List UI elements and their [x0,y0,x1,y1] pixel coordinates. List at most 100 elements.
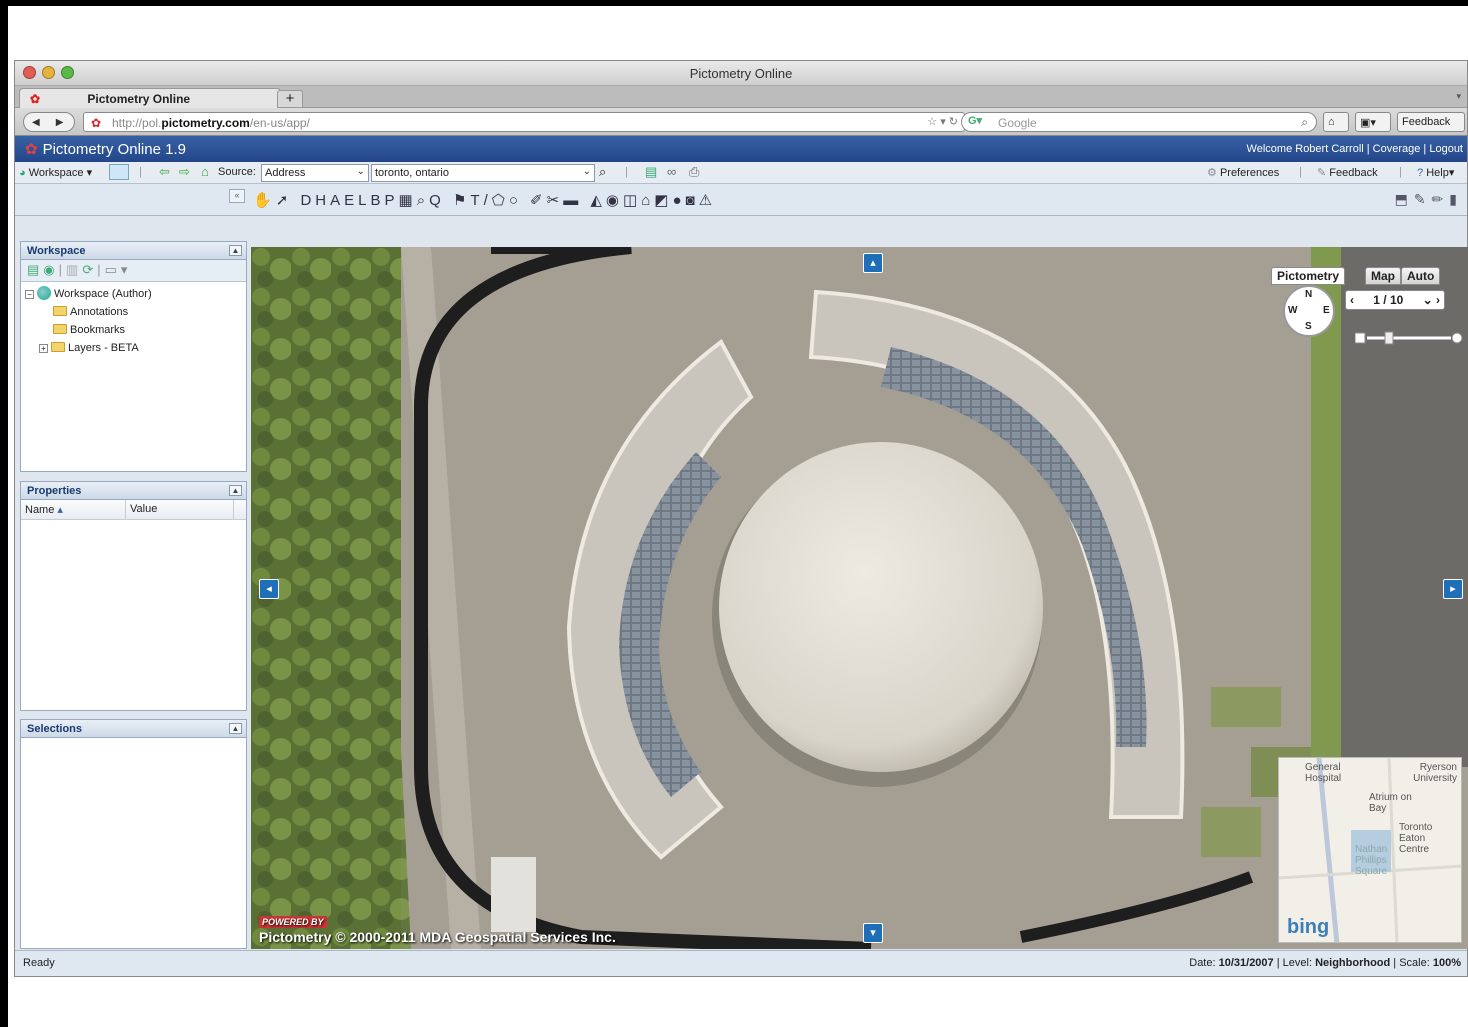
tree-item-bookmarks[interactable]: Bookmarks [25,321,242,339]
zoom-tool-icon[interactable]: ⌕ [417,192,429,209]
forward-green-arrow-icon[interactable]: ⇨ [179,164,190,180]
new-tab-button[interactable]: + [277,90,303,108]
tab-pictometry[interactable]: Pictometry [1271,267,1346,285]
style-tool-icon[interactable]: ✐ [530,192,547,209]
polygon-tool-icon[interactable]: ⬠ [492,192,509,209]
home-view-icon[interactable]: ⌂ [201,164,209,179]
aerial-map-viewer[interactable]: ▴ ▾ ◂ ▸ Pictometry Map Auto N E S W ‹ 1 … [251,247,1468,949]
pitch-tool-icon[interactable]: P [385,192,399,209]
help-menu[interactable]: ? Help▾ [1417,166,1454,179]
forward-arrow-icon[interactable]: ▶ [56,117,64,128]
area-tool-icon[interactable]: A [330,192,344,209]
bearing-tool-icon[interactable]: B [371,192,385,209]
print-icon[interactable]: ⎙ [689,164,699,180]
level-value: Neighborhood [1315,957,1391,969]
overlay-tool-icon[interactable]: ◭ [590,192,606,209]
workspace-menu[interactable]: ◕ Workspace ▾ [19,166,92,179]
history-dropdown-icon[interactable]: ▾ [940,116,946,128]
window-tool-icon[interactable]: ◫ [623,192,641,209]
collapse-panels-icon[interactable]: « [229,189,245,203]
height-tool-icon[interactable]: H [315,192,330,209]
layer-tool-icon[interactable]: ▬ [563,192,582,209]
options-menu-icon[interactable]: ▭▾ [105,262,132,277]
home-button[interactable]: ⌂ [1323,112,1349,132]
tree-item-annotations[interactable]: Annotations [25,303,242,321]
expand-node-icon[interactable]: + [39,344,48,353]
search-go-icon[interactable]: ⌕ [599,164,606,180]
tree-item-layers[interactable]: + Layers - BETA [25,339,242,357]
link-icon[interactable]: ∞ [667,164,676,179]
edit-icon[interactable]: ✎ [1414,191,1432,207]
pin-tool-icon[interactable]: ⚑ [453,192,470,209]
pan-west-button[interactable]: ◂ [259,579,279,599]
search-box[interactable]: G▾ Google ⌕ [961,112,1317,132]
image-list-dropdown-icon[interactable]: ⌄ › [1423,293,1440,307]
zoom-slider[interactable] [1355,331,1463,345]
refresh-icon[interactable]: ⟳ [82,262,97,277]
preferences-link[interactable]: ⚙ Preferences [1207,166,1279,179]
toolbar-separator: | [625,166,628,178]
source-select[interactable]: Address ⌄ [261,164,369,182]
back-arrow-icon[interactable]: ◀ [32,117,40,128]
warning-tool-icon[interactable]: ⚠ [699,192,716,209]
pencil-icon[interactable]: ✏ [1432,191,1450,207]
delete-icon[interactable]: ▥ [66,262,82,277]
back-green-arrow-icon[interactable]: ⇦ [159,164,170,180]
collapse-node-icon[interactable]: − [25,290,34,299]
welcome-links[interactable]: Welcome Robert Carroll | Coverage | Logo… [1247,143,1463,155]
export-icon[interactable]: ▤ [645,164,657,180]
panel-toggle-icon[interactable] [109,164,129,180]
pan-north-button[interactable]: ▴ [863,253,883,273]
tab-list-chevron-icon[interactable]: ▾ [1456,91,1461,102]
reload-icon[interactable]: ↻ [949,116,958,128]
distance-tool-icon[interactable]: D [300,192,315,209]
grid-tool-icon[interactable]: ▦ [399,192,417,209]
map-tool-icon[interactable]: ◩ [654,192,672,209]
compass-east[interactable]: E [1323,305,1330,316]
name-column-header[interactable]: Name ▴ [21,500,126,519]
copyright-text: © 2000-2011 MDA Geospatial Services Inc. [335,929,616,945]
pan-south-button[interactable]: ▾ [863,923,883,943]
line-tool-icon[interactable]: / [484,192,492,209]
bing-minimap[interactable]: General Hospital Ryerson University Atri… [1278,757,1462,943]
feedback-button[interactable]: Feedback [1397,112,1465,132]
text-tool-icon[interactable]: T [470,192,483,209]
feedback-link[interactable]: ✎ Feedback [1317,166,1378,179]
tree-item-workspace[interactable]: − Workspace (Author) [25,285,242,303]
info-tool-icon[interactable]: ◉ [606,192,623,209]
value-column-header[interactable]: Value [126,500,234,519]
bookmark-star-icon[interactable]: ☆ [927,116,937,128]
location-tool-icon[interactable]: L [358,192,370,209]
add-layer-icon[interactable]: ◉ [43,262,58,277]
pan-east-button[interactable]: ▸ [1443,579,1463,599]
compass-rose[interactable]: N E S W [1283,285,1335,337]
tab-auto[interactable]: Auto [1401,267,1441,285]
google-engine-icon[interactable]: G▾ [968,114,982,127]
compass-west[interactable]: W [1288,305,1297,316]
collapse-panel-icon[interactable]: ▲ [229,245,242,256]
compass-north[interactable]: N [1305,289,1312,300]
tab-map[interactable]: Map [1365,267,1401,285]
bing-logo: bing [1287,916,1330,938]
house-tool-icon[interactable]: ⌂ [641,192,654,209]
compass-south[interactable]: S [1305,321,1312,332]
collapse-panel-icon[interactable]: ▲ [229,723,242,734]
query-tool-icon[interactable]: Q [429,192,445,209]
search-icon[interactable]: ⌕ [1301,115,1308,130]
export-image-icon[interactable]: ⬒ [1395,191,1414,207]
book-tool-icon[interactable]: ◙ [686,192,699,209]
collapse-panel-icon[interactable]: ▲ [229,485,242,496]
circle-tool-icon[interactable]: ○ [509,192,522,209]
elevation-tool-icon[interactable]: E [344,192,358,209]
add-folder-icon[interactable]: ▤ [27,262,43,277]
bookmarks-button[interactable]: ▣▾ [1355,112,1391,132]
browser-tab[interactable]: ✿ Pictometry Online [19,88,281,108]
previous-image-icon[interactable]: ‹ [1350,293,1354,307]
location-search-input[interactable]: toronto, ontario ⌄ [371,164,595,182]
url-bar[interactable]: ✿ http://pol.pictometry.com/en-us/app/ ☆… [83,112,965,132]
sphere-tool-icon[interactable]: ● [672,192,685,209]
color-tool-icon[interactable]: ✂ [547,192,564,209]
select-tool-icon[interactable]: ➚ [276,192,293,209]
pan-tool-icon[interactable]: ✋ [253,192,276,209]
panel-icon[interactable]: ▮ [1449,191,1463,207]
